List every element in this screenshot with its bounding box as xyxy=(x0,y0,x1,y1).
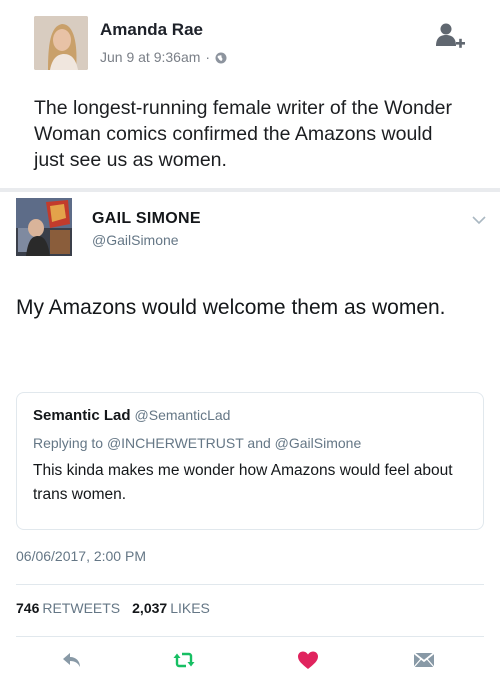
meta-separator: · xyxy=(205,49,211,65)
tweet-actions xyxy=(0,648,500,678)
facebook-post: Amanda Rae Jun 9 at 9:36am · The longest… xyxy=(0,0,500,190)
quoted-tweet[interactable]: Semantic Lad @SemanticLad Replying to @IN… xyxy=(16,392,484,530)
quoted-tweet-body: This kinda makes me wonder how Amazons w… xyxy=(33,462,453,503)
tweet-author-name[interactable]: GAIL SIMONE xyxy=(92,210,201,228)
quoted-author[interactable]: Semantic Lad @SemanticLad xyxy=(33,407,230,424)
reply-icon[interactable] xyxy=(60,648,84,672)
tweet-author-avatar[interactable] xyxy=(16,198,72,256)
quoted-author-name: Semantic Lad xyxy=(33,407,131,424)
reply-and-label: and xyxy=(247,435,271,451)
retweet-icon[interactable] xyxy=(172,648,196,672)
chevron-down-icon[interactable] xyxy=(472,212,486,225)
likes-label: LIKES xyxy=(170,600,210,616)
replying-to-label: Replying to xyxy=(33,435,104,451)
quoted-author-handle: @SemanticLad xyxy=(134,407,231,423)
post-timestamp[interactable]: Jun 9 at 9:36am xyxy=(100,49,200,65)
likes-count: 2,037 xyxy=(132,600,168,616)
retweets-count: 746 xyxy=(16,600,40,616)
reply-user-link[interactable]: @INCHERWETRUST xyxy=(107,435,244,451)
reply-user-link[interactable]: @GailSimone xyxy=(275,435,362,451)
replying-to-line: Replying to @INCHERWETRUST and @GailSimo… xyxy=(33,435,361,451)
post-meta: Jun 9 at 9:36am · xyxy=(100,49,227,65)
tweet-timestamp[interactable]: 06/06/2017, 2:00 PM xyxy=(16,548,146,564)
globe-icon[interactable] xyxy=(215,51,227,64)
tweet-author-handle[interactable]: @GailSimone xyxy=(92,232,179,248)
direct-message-icon[interactable] xyxy=(412,648,436,672)
divider xyxy=(16,584,484,585)
add-friend-icon[interactable] xyxy=(434,22,468,52)
retweets-stat[interactable]: 746 RETWEETS xyxy=(16,600,120,616)
tweet-stats: 746 RETWEETS 2,037 LIKES xyxy=(16,600,210,616)
author-avatar[interactable] xyxy=(34,16,88,70)
like-icon[interactable] xyxy=(296,648,320,672)
divider xyxy=(16,636,484,637)
tweet-body: My Amazons would welcome them as women. xyxy=(16,296,446,319)
post-body: The longest-running female writer of the… xyxy=(34,97,453,171)
section-divider xyxy=(0,188,500,192)
retweets-label: RETWEETS xyxy=(42,600,121,616)
author-name[interactable]: Amanda Rae xyxy=(100,20,203,40)
likes-stat[interactable]: 2,037 LIKES xyxy=(132,600,210,616)
